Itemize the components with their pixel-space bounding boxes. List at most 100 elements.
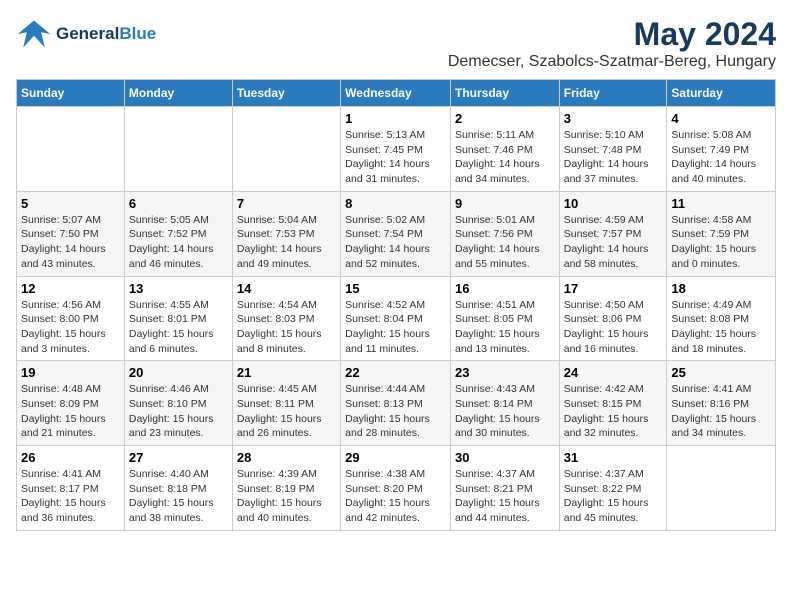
day-number: 30: [455, 450, 555, 465]
day-number: 3: [564, 111, 663, 126]
calendar-day-cell: 12 Sunrise: 4:56 AM Sunset: 8:00 PM Dayli…: [17, 276, 125, 361]
day-number: 26: [21, 450, 120, 465]
calendar-day-cell: 24 Sunrise: 4:42 AM Sunset: 8:15 PM Dayli…: [559, 361, 667, 446]
day-number: 19: [21, 365, 120, 380]
day-info: Sunrise: 4:56 AM Sunset: 8:00 PM Dayligh…: [21, 298, 120, 357]
calendar-day-cell: 10 Sunrise: 4:59 AM Sunset: 7:57 PM Dayli…: [559, 191, 667, 276]
weekday-header-cell: Sunday: [17, 80, 125, 107]
logo-general-text: GeneralBlue: [56, 25, 156, 44]
day-number: 21: [237, 365, 336, 380]
day-number: 5: [21, 196, 120, 211]
day-number: 4: [671, 111, 771, 126]
calendar-day-cell: 25 Sunrise: 4:41 AM Sunset: 8:16 PM Dayli…: [667, 361, 776, 446]
calendar-day-cell: 18Sunrise: 4:49 AM Sunset: 8:08 PM Dayli…: [667, 276, 776, 361]
day-number: 16: [455, 281, 555, 296]
calendar-day-cell: 27 Sunrise: 4:40 AM Sunset: 8:18 PM Dayli…: [124, 446, 232, 531]
day-info: Sunrise: 5:02 AM Sunset: 7:54 PM Dayligh…: [345, 213, 446, 272]
weekday-header-cell: Thursday: [450, 80, 559, 107]
calendar-day-cell: [232, 107, 340, 192]
logo-bird-icon: [16, 16, 52, 52]
weekday-header-cell: Saturday: [667, 80, 776, 107]
day-info: Sunrise: 5:08 AM Sunset: 7:49 PM Dayligh…: [671, 128, 771, 187]
day-number: 18: [671, 281, 771, 296]
day-info: Sunrise: 4:58 AM Sunset: 7:59 PM Dayligh…: [671, 213, 771, 272]
day-number: 12: [21, 281, 120, 296]
day-number: 1: [345, 111, 446, 126]
day-number: 17: [564, 281, 663, 296]
day-info: Sunrise: 5:04 AM Sunset: 7:53 PM Dayligh…: [237, 213, 336, 272]
day-number: 15: [345, 281, 446, 296]
day-info: Sunrise: 5:01 AM Sunset: 7:56 PM Dayligh…: [455, 213, 555, 272]
day-info: Sunrise: 4:52 AM Sunset: 8:04 PM Dayligh…: [345, 298, 446, 357]
calendar-day-cell: 23 Sunrise: 4:43 AM Sunset: 8:14 PM Dayli…: [450, 361, 559, 446]
weekday-header-row: SundayMondayTuesdayWednesdayThursdayFrid…: [17, 80, 776, 107]
calendar-week-row: 5 Sunrise: 5:07 AM Sunset: 7:50 PM Daylig…: [17, 191, 776, 276]
calendar-day-cell: 6Sunrise: 5:05 AM Sunset: 7:52 PM Daylig…: [124, 191, 232, 276]
day-info: Sunrise: 4:38 AM Sunset: 8:20 PM Dayligh…: [345, 467, 446, 526]
weekday-header-cell: Monday: [124, 80, 232, 107]
day-info: Sunrise: 4:41 AM Sunset: 8:16 PM Dayligh…: [671, 382, 771, 441]
day-number: 27: [129, 450, 228, 465]
weekday-header-cell: Friday: [559, 80, 667, 107]
calendar-day-cell: 3Sunrise: 5:10 AM Sunset: 7:48 PM Daylig…: [559, 107, 667, 192]
day-number: 29: [345, 450, 446, 465]
day-number: 24: [564, 365, 663, 380]
calendar-day-cell: 14Sunrise: 4:54 AM Sunset: 8:03 PM Dayli…: [232, 276, 340, 361]
calendar-day-cell: 11Sunrise: 4:58 AM Sunset: 7:59 PM Dayli…: [667, 191, 776, 276]
calendar-week-row: 1 Sunrise: 5:13 AM Sunset: 7:45 PM Daylig…: [17, 107, 776, 192]
day-number: 6: [129, 196, 228, 211]
day-number: 13: [129, 281, 228, 296]
day-info: Sunrise: 4:59 AM Sunset: 7:57 PM Dayligh…: [564, 213, 663, 272]
calendar-day-cell: [17, 107, 125, 192]
calendar-day-cell: 19 Sunrise: 4:48 AM Sunset: 8:09 PM Dayli…: [17, 361, 125, 446]
day-info: Sunrise: 4:51 AM Sunset: 8:05 PM Dayligh…: [455, 298, 555, 357]
day-number: 2: [455, 111, 555, 126]
calendar-table: SundayMondayTuesdayWednesdayThursdayFrid…: [16, 79, 776, 531]
day-info: Sunrise: 4:46 AM Sunset: 8:10 PM Dayligh…: [129, 382, 228, 441]
day-info: Sunrise: 5:11 AM Sunset: 7:46 PM Dayligh…: [455, 128, 555, 187]
calendar-day-cell: 22Sunrise: 4:44 AM Sunset: 8:13 PM Dayli…: [341, 361, 451, 446]
day-info: Sunrise: 4:40 AM Sunset: 8:18 PM Dayligh…: [129, 467, 228, 526]
calendar-day-cell: 2 Sunrise: 5:11 AM Sunset: 7:46 PM Daylig…: [450, 107, 559, 192]
day-number: 20: [129, 365, 228, 380]
day-info: Sunrise: 4:45 AM Sunset: 8:11 PM Dayligh…: [237, 382, 336, 441]
title-area: May 2024 Demecser, Szabolcs-Szatmar-Bere…: [448, 16, 776, 71]
day-info: Sunrise: 4:55 AM Sunset: 8:01 PM Dayligh…: [129, 298, 228, 357]
day-number: 14: [237, 281, 336, 296]
day-info: Sunrise: 4:50 AM Sunset: 8:06 PM Dayligh…: [564, 298, 663, 357]
calendar-day-cell: 16 Sunrise: 4:51 AM Sunset: 8:05 PM Dayli…: [450, 276, 559, 361]
day-info: Sunrise: 4:37 AM Sunset: 8:21 PM Dayligh…: [455, 467, 555, 526]
day-info: Sunrise: 4:44 AM Sunset: 8:13 PM Dayligh…: [345, 382, 446, 441]
calendar-day-cell: 17 Sunrise: 4:50 AM Sunset: 8:06 PM Dayli…: [559, 276, 667, 361]
day-info: Sunrise: 4:48 AM Sunset: 8:09 PM Dayligh…: [21, 382, 120, 441]
calendar-day-cell: [667, 446, 776, 531]
calendar-day-cell: 7 Sunrise: 5:04 AM Sunset: 7:53 PM Daylig…: [232, 191, 340, 276]
calendar-day-cell: 1 Sunrise: 5:13 AM Sunset: 7:45 PM Daylig…: [341, 107, 451, 192]
calendar-day-cell: 20 Sunrise: 4:46 AM Sunset: 8:10 PM Dayli…: [124, 361, 232, 446]
day-info: Sunrise: 4:43 AM Sunset: 8:14 PM Dayligh…: [455, 382, 555, 441]
calendar-day-cell: 9Sunrise: 5:01 AM Sunset: 7:56 PM Daylig…: [450, 191, 559, 276]
day-number: 8: [345, 196, 446, 211]
calendar-day-cell: 5 Sunrise: 5:07 AM Sunset: 7:50 PM Daylig…: [17, 191, 125, 276]
day-number: 23: [455, 365, 555, 380]
day-info: Sunrise: 4:42 AM Sunset: 8:15 PM Dayligh…: [564, 382, 663, 441]
calendar-day-cell: 15 Sunrise: 4:52 AM Sunset: 8:04 PM Dayli…: [341, 276, 451, 361]
day-number: 25: [671, 365, 771, 380]
day-number: 28: [237, 450, 336, 465]
day-number: 7: [237, 196, 336, 211]
weekday-header-cell: Tuesday: [232, 80, 340, 107]
calendar-day-cell: 28 Sunrise: 4:39 AM Sunset: 8:19 PM Dayli…: [232, 446, 340, 531]
calendar-day-cell: 31Sunrise: 4:37 AM Sunset: 8:22 PM Dayli…: [559, 446, 667, 531]
page-header: GeneralBlue May 2024 Demecser, Szabolcs-…: [16, 16, 776, 71]
day-info: Sunrise: 5:13 AM Sunset: 7:45 PM Dayligh…: [345, 128, 446, 187]
calendar-day-cell: 4 Sunrise: 5:08 AM Sunset: 7:49 PM Daylig…: [667, 107, 776, 192]
day-number: 10: [564, 196, 663, 211]
day-info: Sunrise: 5:07 AM Sunset: 7:50 PM Dayligh…: [21, 213, 120, 272]
day-info: Sunrise: 4:37 AM Sunset: 8:22 PM Dayligh…: [564, 467, 663, 526]
calendar-day-cell: 29 Sunrise: 4:38 AM Sunset: 8:20 PM Dayli…: [341, 446, 451, 531]
calendar-week-row: 26Sunrise: 4:41 AM Sunset: 8:17 PM Dayli…: [17, 446, 776, 531]
calendar-body: 1 Sunrise: 5:13 AM Sunset: 7:45 PM Daylig…: [17, 107, 776, 531]
calendar-day-cell: [124, 107, 232, 192]
month-title: May 2024: [448, 16, 776, 53]
day-info: Sunrise: 4:39 AM Sunset: 8:19 PM Dayligh…: [237, 467, 336, 526]
